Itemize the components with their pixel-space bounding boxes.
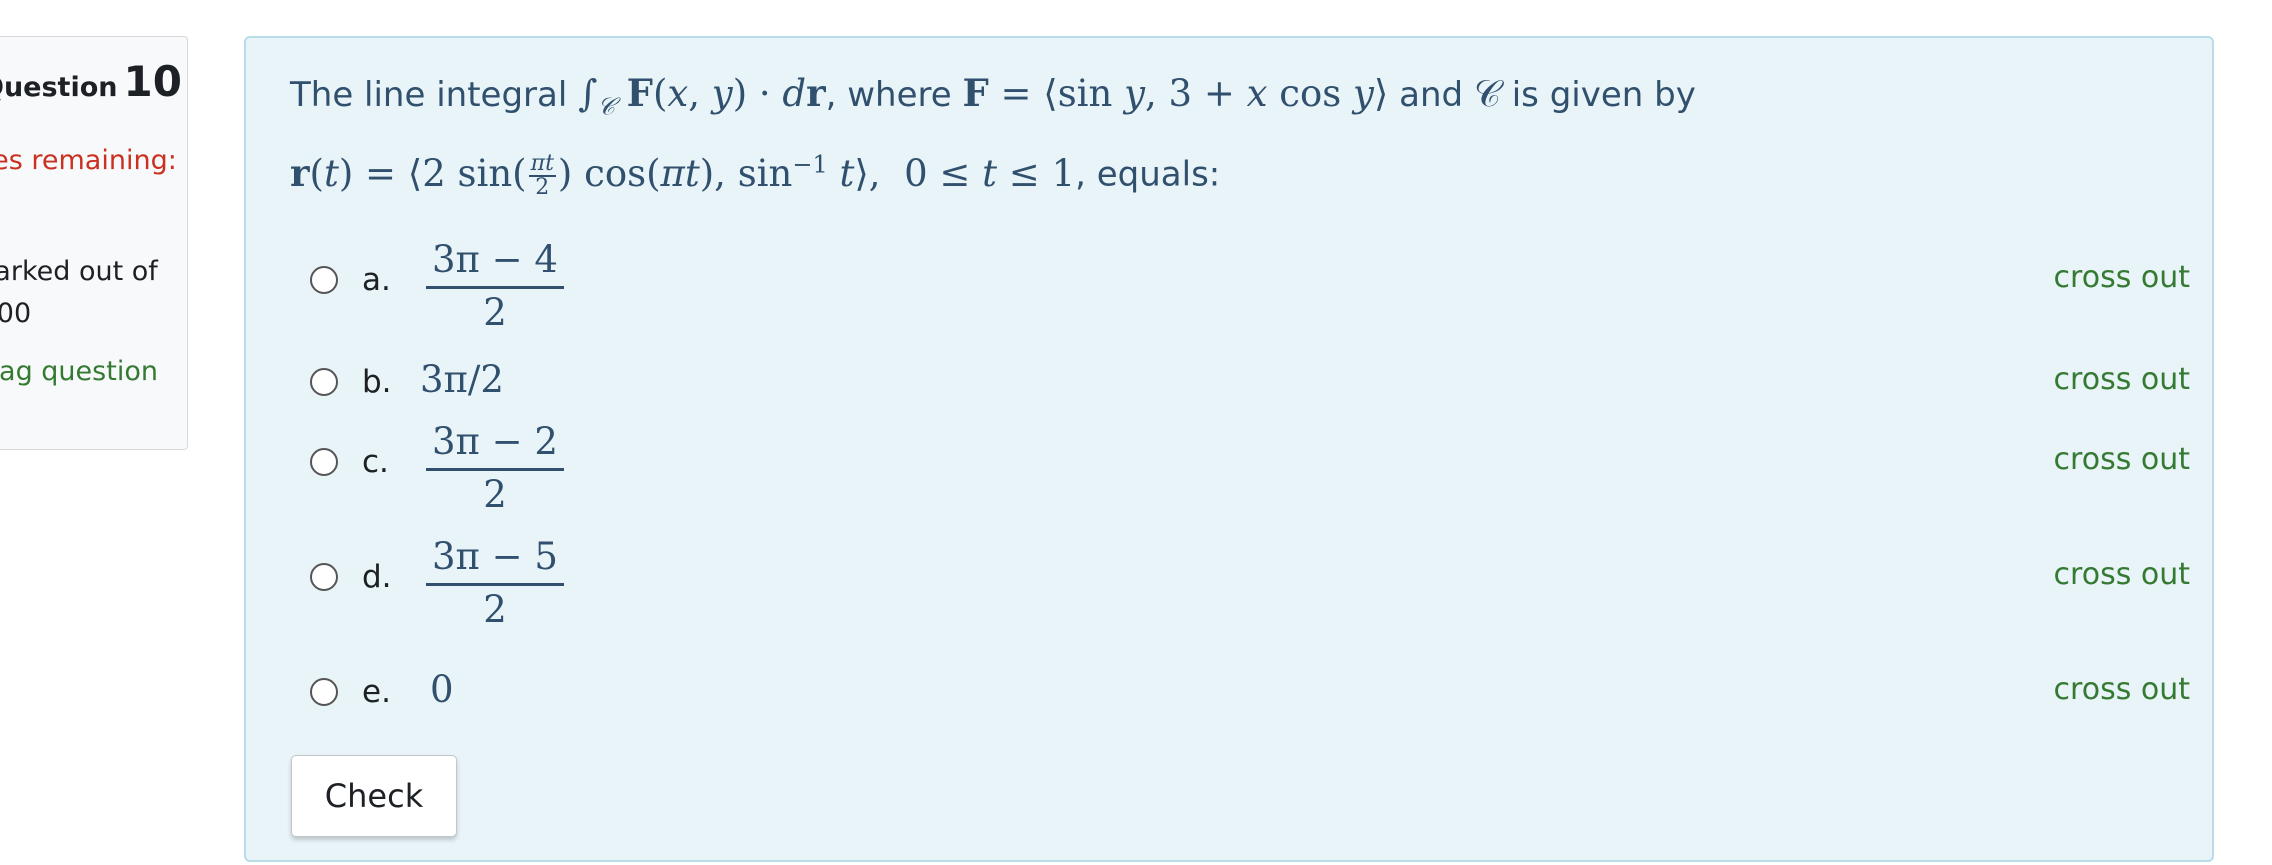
answer-option-e: e. 0 cross out	[310, 658, 2190, 738]
answer-option-b: b. 3π/2 cross out	[310, 356, 2190, 436]
option-letter-b: b.	[362, 364, 392, 400]
cross-out-c[interactable]: cross out	[2054, 442, 2190, 477]
denominator-a: 2	[483, 291, 507, 334]
question-number: Question10	[0, 57, 182, 106]
cross-out-b[interactable]: cross out	[2054, 362, 2190, 397]
option-letter-e: e.	[362, 674, 391, 710]
radio-a[interactable]	[310, 266, 338, 294]
denominator-c: 2	[483, 473, 507, 516]
flag-question-link[interactable]: Flag question	[0, 351, 176, 393]
curve-parametrization: r(t) = ⟨2 sin(πt 2) cos(πt), sin−1 t⟩, 0 …	[290, 150, 1076, 201]
option-value-d: 3π − 52	[426, 535, 564, 634]
cross-out-a[interactable]: cross out	[2054, 260, 2190, 295]
equals-text: , equals:	[1075, 154, 1221, 195]
question-number-value: 10	[123, 57, 182, 106]
numerator-c: 3π − 2	[426, 420, 564, 471]
given-by-text: is given by	[1511, 75, 1696, 115]
option-letter-c: c.	[362, 444, 389, 480]
question-word: Question	[0, 72, 118, 103]
tries-remaining: Tries remaining:	[0, 145, 177, 176]
answer-option-c: c. 3π − 22 cross out	[310, 420, 2190, 516]
where-text: , where	[825, 75, 952, 115]
vector-field-expression: F = ⟨sin y, 3 + x cos y⟩	[962, 71, 1389, 115]
grade-info: Marked out of 1.00	[0, 256, 158, 329]
cross-out-d[interactable]: cross out	[2054, 557, 2190, 592]
option-value-e: 0	[430, 668, 454, 711]
numerator-d: 3π − 5	[426, 535, 564, 586]
line-integral-expression: ∫𝒞 F(x, y) · dr	[578, 71, 826, 121]
answer-option-a: a. 3π − 42 cross out	[310, 238, 2190, 334]
denominator-d: 2	[483, 588, 507, 631]
radio-b[interactable]	[310, 368, 338, 396]
question-formulation: The line integral ∫𝒞 F(x, y) · dr, where…	[244, 36, 2214, 862]
question-text: The line integral ∫𝒞 F(x, y) · dr, where…	[290, 64, 1790, 204]
page-scrollbar[interactable]	[2254, 0, 2272, 865]
answer-option-d: d. 3π − 52 cross out	[310, 535, 2190, 631]
cross-out-e[interactable]: cross out	[2054, 672, 2190, 707]
option-letter-a: a.	[362, 262, 391, 298]
radio-d[interactable]	[310, 563, 338, 591]
option-value-c: 3π − 22	[426, 420, 564, 519]
question-intro: The line integral	[290, 75, 568, 115]
option-value-a: 3π − 42	[426, 238, 564, 337]
option-value-b: 3π/2	[420, 358, 504, 401]
radio-e[interactable]	[310, 678, 338, 706]
question-info-panel: Question10 Tries remaining: Marked out o…	[0, 36, 188, 450]
check-button[interactable]: Check	[291, 755, 457, 837]
option-letter-d: d.	[362, 559, 392, 595]
numerator-a: 3π − 4	[426, 238, 564, 289]
radio-c[interactable]	[310, 448, 338, 476]
curve-symbol: 𝒞	[1473, 72, 1501, 115]
and-text: and	[1399, 75, 1464, 115]
